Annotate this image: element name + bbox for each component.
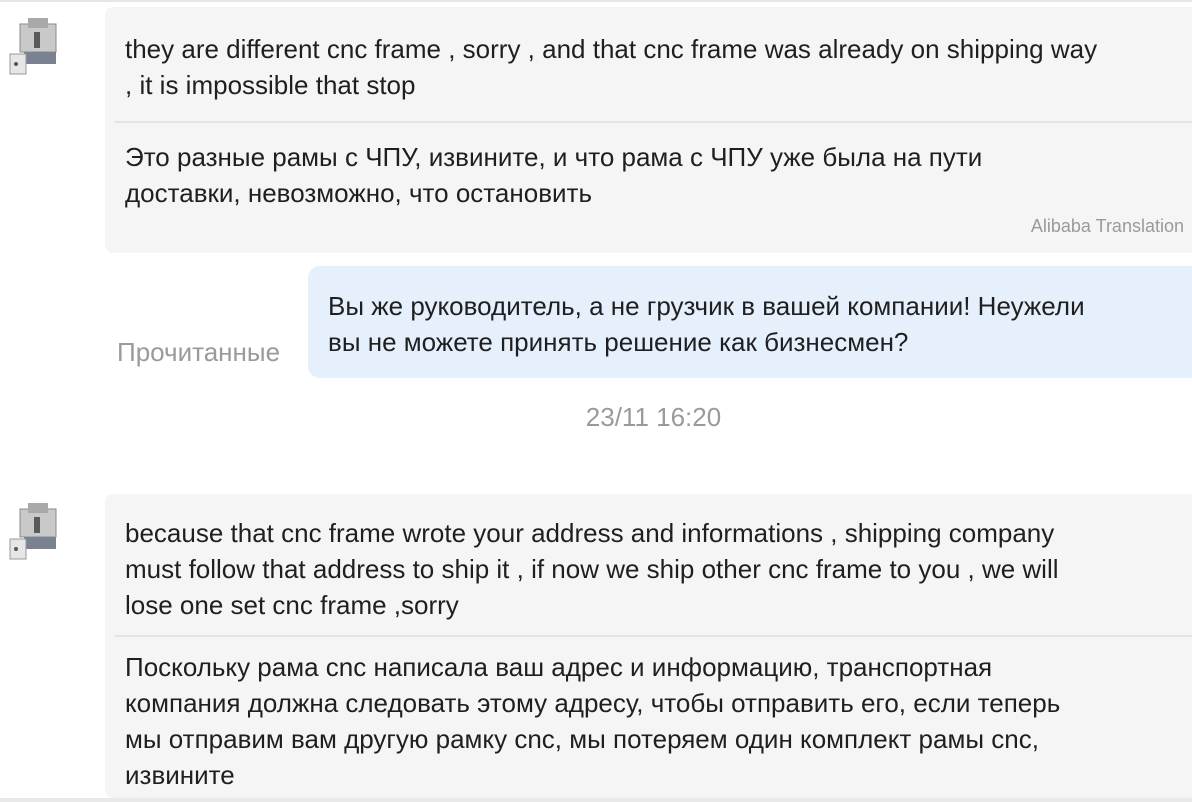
text-line: доставки, невозможно, что остановить	[125, 178, 592, 208]
text-line: , it is impossible that stop	[125, 70, 416, 100]
text-line: мы отправим вам другую рамку cnc, мы пот…	[125, 724, 1039, 754]
message-original-text: because that cnc frame wrote your addres…	[105, 494, 1192, 623]
incoming-message: they are different cnc frame , sorry , a…	[105, 7, 1192, 253]
message-translation-text: Поскольку рама cnc написала ваш адрес и …	[105, 637, 1192, 793]
text-line: they are different cnc frame , sorry , a…	[125, 34, 1098, 64]
message-original-text: they are different cnc frame , sorry , a…	[105, 7, 1192, 103]
text-line: Это разные рамы с ЧПУ, извините, и что р…	[125, 142, 983, 172]
text-line: извините	[125, 760, 235, 790]
message-translation-text: Это разные рамы с ЧПУ, извините, и что р…	[105, 123, 1192, 211]
text-line: because that cnc frame wrote your addres…	[125, 518, 1055, 548]
text-line: must follow that address to ship it , if…	[125, 554, 1059, 584]
text-line: Поскольку рама cnc написала ваш адрес и …	[125, 652, 993, 682]
outgoing-message-text: Вы же руководитель, а не грузчик в вашей…	[328, 288, 1085, 360]
outgoing-message: Вы же руководитель, а не грузчик в вашей…	[308, 266, 1192, 378]
bottom-divider	[0, 798, 1192, 802]
translation-credit: Alibaba Translation	[1030, 216, 1184, 236]
text-line: Вы же руководитель, а не грузчик в вашей…	[328, 291, 1085, 321]
read-status: Прочитанные	[117, 337, 281, 367]
cnc-machine-avatar-icon[interactable]	[6, 499, 64, 561]
text-line: вы не можете принять решение как бизнесм…	[328, 327, 909, 357]
incoming-message: because that cnc frame wrote your addres…	[105, 494, 1192, 798]
text-line: lose one set cnc frame ,sorry	[125, 590, 459, 620]
text-line: компания должна следовать этому адресу, …	[125, 688, 1061, 718]
message-timestamp: 23/11 16:20	[585, 402, 722, 432]
cnc-machine-avatar-icon[interactable]	[6, 14, 64, 76]
top-divider	[0, 0, 1192, 2]
